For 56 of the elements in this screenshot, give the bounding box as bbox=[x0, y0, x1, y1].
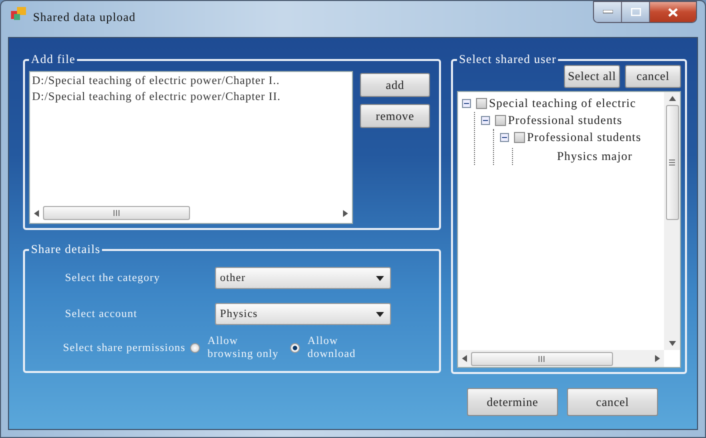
scroll-right-icon[interactable] bbox=[343, 210, 348, 216]
file-item[interactable]: D:/Special teaching of electric power/Chapter I.. bbox=[32, 75, 350, 87]
tree-item[interactable]: Professional students bbox=[527, 130, 642, 145]
minimize-icon bbox=[602, 10, 612, 14]
horizontal-scrollbar[interactable] bbox=[458, 350, 664, 367]
scroll-thumb[interactable] bbox=[666, 105, 678, 220]
radio-label: Allow browsing only bbox=[208, 335, 280, 361]
scroll-up-icon[interactable] bbox=[668, 96, 676, 101]
grip-icon bbox=[669, 158, 675, 166]
caret-icon bbox=[376, 312, 384, 316]
file-item[interactable]: D:/Special teaching of electric power/Chapter II. bbox=[32, 91, 350, 103]
checkbox[interactable] bbox=[495, 115, 506, 126]
add-button[interactable]: add bbox=[360, 73, 430, 97]
collapse-icon[interactable] bbox=[500, 133, 509, 142]
scroll-right-icon[interactable] bbox=[655, 355, 660, 362]
grip-icon bbox=[112, 210, 120, 216]
tree-item[interactable]: Physics major bbox=[557, 149, 632, 164]
checkbox[interactable] bbox=[476, 98, 487, 109]
scroll-thumb[interactable] bbox=[43, 206, 190, 220]
collapse-icon[interactable] bbox=[462, 99, 471, 108]
tree-item[interactable]: Professional students bbox=[508, 113, 622, 128]
file-list[interactable]: D:/Special teaching of electric power/Chapter I.. D:/Special teaching of electric power/Chapter II. bbox=[29, 71, 353, 224]
field-label: Select the category bbox=[65, 272, 162, 284]
close-icon bbox=[668, 8, 678, 16]
category-dropdown[interactable]: other bbox=[215, 267, 391, 289]
caret-icon bbox=[376, 276, 384, 280]
vertical-scrollbar[interactable] bbox=[664, 92, 680, 350]
scroll-left-icon[interactable] bbox=[462, 355, 467, 362]
determine-button[interactable]: determine bbox=[467, 388, 558, 416]
radio-button[interactable] bbox=[290, 343, 300, 353]
group-title: Add file bbox=[30, 52, 76, 67]
remove-button[interactable]: remove bbox=[360, 104, 430, 128]
window-title: Shared data upload bbox=[33, 10, 137, 25]
radio-label: Allow download bbox=[308, 335, 357, 361]
scroll-thumb[interactable] bbox=[471, 352, 613, 366]
group-title: Select shared user bbox=[458, 52, 558, 67]
app-icon bbox=[11, 7, 27, 21]
field-label: Select account bbox=[65, 308, 138, 320]
collapse-icon[interactable] bbox=[481, 116, 490, 125]
checkbox[interactable] bbox=[514, 132, 525, 143]
tree-item[interactable]: Special teaching of electric bbox=[489, 96, 636, 111]
account-dropdown[interactable]: Physics bbox=[215, 303, 391, 325]
maximize-icon bbox=[630, 8, 640, 16]
cancel-button[interactable]: cancel bbox=[625, 65, 681, 88]
scroll-left-icon[interactable] bbox=[34, 210, 39, 216]
group-title: Share details bbox=[30, 242, 102, 257]
minimize-button[interactable] bbox=[594, 2, 622, 22]
field-label: Select share permissions bbox=[63, 342, 186, 354]
user-tree[interactable]: Special teaching of electric Professional students Professional students Physics major bbox=[457, 91, 681, 368]
grip-icon bbox=[538, 356, 546, 362]
maximize-button[interactable] bbox=[622, 2, 650, 22]
scroll-down-icon[interactable] bbox=[668, 341, 676, 346]
close-button[interactable] bbox=[650, 2, 696, 22]
radio-button[interactable] bbox=[190, 343, 200, 353]
cancel-button[interactable]: cancel bbox=[567, 388, 658, 416]
select-all-button[interactable]: Select all bbox=[564, 65, 620, 88]
